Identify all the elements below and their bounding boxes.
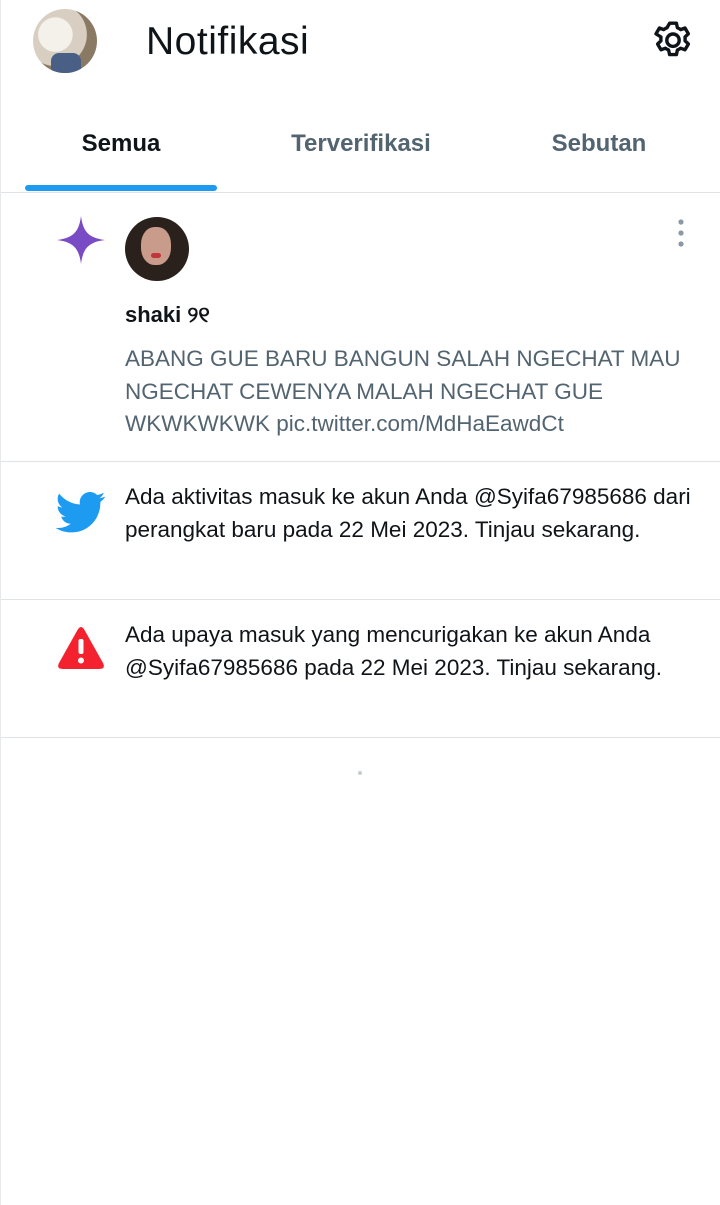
warning-icon <box>56 624 106 674</box>
tab-semua[interactable]: Semua <box>1 100 241 192</box>
twitter-bird-icon <box>55 487 106 537</box>
notifications-screen: Notifikasi Semua Terverifikasi Sebutan s… <box>0 0 720 1205</box>
tab-label: Terverifikasi <box>291 130 431 157</box>
top-bar: Notifikasi <box>1 0 720 92</box>
notification-text: Ada aktivitas masuk ke akun Anda @Syifa6… <box>125 484 691 542</box>
notification-security-alert[interactable]: Ada upaya masuk yang mencurigakan ke aku… <box>1 600 720 738</box>
more-options-button[interactable] <box>667 217 695 249</box>
user-avatar[interactable] <box>125 217 189 281</box>
tab-label: Semua <box>81 130 161 157</box>
settings-button[interactable] <box>649 18 697 66</box>
avatar-detail <box>151 253 161 258</box>
active-tab-indicator <box>25 185 217 191</box>
tab-terverifikasi[interactable]: Terverifikasi <box>241 100 481 192</box>
more-vertical-icon <box>678 219 684 247</box>
tab-sebutan[interactable]: Sebutan <box>479 100 719 192</box>
tab-bar: Semua Terverifikasi Sebutan <box>1 100 720 193</box>
tweet-text: ABANG GUE BARU BANGUN SALAH NGECHAT MAU … <box>125 346 681 436</box>
gear-icon <box>654 21 691 57</box>
avatar-face <box>141 227 171 265</box>
account-avatar[interactable] <box>33 9 97 73</box>
user-name[interactable]: shaki ୨୧ <box>125 302 210 328</box>
notification-login-activity[interactable]: Ada aktivitas masuk ke akun Anda @Syifa6… <box>1 462 720 600</box>
sparkle-icon <box>56 215 106 265</box>
tab-label: Sebutan <box>551 130 647 157</box>
notification-text: Ada upaya masuk yang mencurigakan ke aku… <box>125 622 662 680</box>
page-title: Notifikasi <box>146 20 310 63</box>
loading-indicator <box>358 771 362 775</box>
notification-recommended-post[interactable]: shaki ୨୧ ABANG GUE BARU BANGUN SALAH NGE… <box>1 193 720 462</box>
